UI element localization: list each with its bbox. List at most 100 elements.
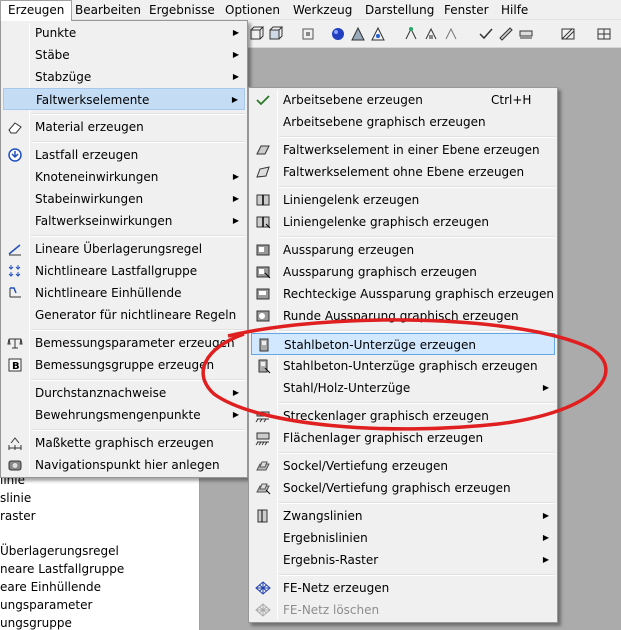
menu-erzeugen[interactable]: Erzeugen	[0, 0, 73, 21]
menu-item-fe-netz-loeschen: FE-Netz löschen	[251, 599, 555, 621]
menu-item-arbeitsebene[interactable]: Arbeitsebene erzeugen Ctrl+H	[251, 89, 555, 111]
submenu-arrow-icon: ▶	[542, 555, 549, 564]
submenu-arrow-icon: ▶	[232, 72, 239, 81]
menu-item-durchstanznachweise[interactable]: Durchstanznachweise ▶	[3, 382, 245, 404]
menu-bearbeiten[interactable]: Bearbeiten	[68, 0, 148, 20]
view-cube-icon[interactable]	[248, 26, 264, 42]
menu-item-material[interactable]: Material erzeugen	[3, 116, 245, 138]
sphere-icon[interactable]	[330, 26, 346, 42]
menu-item-staebe[interactable]: Stäbe ▶	[3, 44, 245, 66]
menu-item-label: Knoteneinwirkungen	[35, 170, 159, 184]
menu-item-label: Stabzüge	[35, 70, 92, 84]
separator	[279, 452, 555, 454]
menu-item-sockel[interactable]: Sockel/Vertiefung erzeugen	[251, 455, 555, 477]
panel-item[interactable]: Überlagerungsregel	[0, 542, 119, 560]
node-icon[interactable]	[403, 26, 419, 42]
menu-item-bemessungsparameter[interactable]: Bemessungsparameter erzeugen	[3, 332, 245, 354]
menu-item-label: Zwangslinien	[283, 509, 363, 523]
menu-item-label: Stäbe	[35, 48, 70, 62]
menu-item-label: Liniengelenk erzeugen	[283, 193, 420, 207]
menu-fenster[interactable]: Fenster	[437, 0, 496, 20]
menu-item-generator[interactable]: Generator für nichtlineare Regeln	[3, 304, 245, 326]
menu-hilfe[interactable]: Hilfe	[494, 0, 535, 20]
menu-item-bemessungsgruppe[interactable]: B Bemessungsgruppe erzeugen	[3, 354, 245, 376]
plate-in-plane-icon	[256, 145, 270, 155]
frame-icon[interactable]	[300, 26, 316, 42]
menu-item-label: Faltwerkseinwirkungen	[35, 214, 173, 228]
menu-item-faltwerk-ebene[interactable]: Faltwerkselement in einer Ebene erzeugen	[251, 139, 555, 161]
panel-item[interactable]: ungsgruppe	[0, 614, 72, 630]
menu-item-masskette[interactable]: Maßkette graphisch erzeugen	[3, 432, 245, 454]
panel-item[interactable]: neare Lastfallgruppe	[0, 560, 124, 578]
submenu-arrow-icon: ▶	[232, 216, 239, 225]
menu-item-stabeinwirkungen[interactable]: Stabeinwirkungen ▶	[3, 188, 245, 210]
node-icon[interactable]	[443, 26, 459, 42]
panel-item[interactable]: raster	[0, 507, 36, 525]
menu-item-zwangslinien[interactable]: Zwangslinien ▶	[251, 505, 555, 527]
menu-item-liniengelenke-graphisch[interactable]: Liniengelenke graphisch erzeugen	[251, 211, 555, 233]
menu-item-lastfall[interactable]: Lastfall erzeugen	[3, 144, 245, 166]
menu-item-label: Punkte	[35, 26, 77, 40]
menu-item-streckenlager[interactable]: Streckenlager graphisch erzeugen	[251, 405, 555, 427]
menu-item-label: Runde Aussparung graphisch erzeugen	[283, 309, 519, 323]
support-icon[interactable]	[518, 26, 534, 42]
menu-item-arbeitsebene-graphisch[interactable]: Arbeitsebene graphisch erzeugen	[251, 111, 555, 133]
menu-item-flaechenlager[interactable]: Flächenlager graphisch erzeugen	[251, 427, 555, 449]
menu-item-label: Nichtlineare Einhüllende	[35, 286, 182, 300]
menu-item-nichtlineare-lastfallgruppe[interactable]: Nichtlineare Lastfallgruppe	[3, 260, 245, 282]
svg-text:B: B	[12, 361, 20, 372]
submenu-arrow-icon: ▶	[542, 511, 549, 520]
hatch-icon[interactable]	[560, 26, 576, 42]
menu-optionen[interactable]: Optionen	[218, 0, 287, 20]
panel-item[interactable]: slinie	[0, 489, 31, 507]
design-group-icon: B	[8, 358, 22, 372]
menu-item-stahlbeton-unterzuege[interactable]: Stahlbeton-Unterzüge erzeugen	[251, 333, 555, 355]
menu-item-stabzuege[interactable]: Stabzüge ▶	[3, 66, 245, 88]
menu-darstellung[interactable]: Darstellung	[358, 0, 441, 20]
menu-ergebnisse[interactable]: Ergebnisse	[142, 0, 222, 20]
menu-werkzeug[interactable]: Werkzeug	[286, 0, 359, 20]
round-opening-icon	[256, 310, 270, 322]
menu-item-ergebnis-raster[interactable]: Ergebnis-Raster ▶	[251, 549, 555, 571]
render-icon[interactable]	[350, 26, 366, 42]
separator	[31, 113, 245, 115]
menu-item-runde-aussparung[interactable]: Runde Aussparung graphisch erzeugen	[251, 305, 555, 327]
submenu-arrow-icon: ▶	[232, 172, 239, 181]
menu-item-nichtlineare-einhuellende[interactable]: Nichtlineare Einhüllende	[3, 282, 245, 304]
socket-graphic-icon	[256, 483, 271, 495]
menu-item-label: Arbeitsebene graphisch erzeugen	[283, 115, 486, 129]
panel-item[interactable]: eare Einhüllende	[0, 578, 101, 596]
panel-item[interactable]: ungsparameter	[0, 596, 92, 614]
grid-icon[interactable]	[596, 26, 612, 42]
menu-item-lineare-ueberlagerung[interactable]: Lineare Überlagerungsregel	[3, 238, 245, 260]
submenu-arrow-icon: ▶	[232, 194, 239, 203]
menu-item-aussparung-graphisch[interactable]: Aussparung graphisch erzeugen	[251, 261, 555, 283]
menu-item-faltwerkselemente[interactable]: Faltwerkselemente ▶	[3, 88, 245, 110]
menu-item-label: Stahlbeton-Unterzüge erzeugen	[284, 338, 476, 352]
menu-item-sockel-graphisch[interactable]: Sockel/Vertiefung graphisch erzeugen	[251, 477, 555, 499]
menu-item-ergebnislinien[interactable]: Ergebnislinien ▶	[251, 527, 555, 549]
menu-item-stahl-holz-unterzuege[interactable]: Stahl/Holz-Unterzüge ▶	[251, 377, 555, 399]
menu-item-faltwerkseinwirkungen[interactable]: Faltwerkseinwirkungen ▶	[3, 210, 245, 232]
view-cube-icon[interactable]	[268, 26, 284, 42]
submenu-arrow-icon: ▶	[232, 410, 239, 419]
menu-item-bewehrungsmengenpunkte[interactable]: Bewehrungsmengenpunkte ▶	[3, 404, 245, 426]
menu-item-label: Bemessungsparameter erzeugen	[35, 336, 235, 350]
menu-item-faltwerk-ohne-ebene[interactable]: Faltwerkselement ohne Ebene erzeugen	[251, 161, 555, 183]
menu-item-punkte[interactable]: Punkte ▶	[3, 22, 245, 44]
menu-item-label: Ergebnis-Raster	[283, 553, 379, 567]
render-icon[interactable]	[370, 26, 386, 42]
node-icon[interactable]	[423, 26, 439, 42]
menu-item-aussparung[interactable]: Aussparung erzeugen	[251, 239, 555, 261]
beam-icon[interactable]	[498, 26, 514, 42]
menu-item-knoteneinwirkungen[interactable]: Knoteneinwirkungen ▶	[3, 166, 245, 188]
submenu-arrow-icon: ▶	[542, 383, 549, 392]
menu-item-fe-netz-erzeugen[interactable]: FE-Netz erzeugen	[251, 577, 555, 599]
menu-item-liniengelenk[interactable]: Liniengelenk erzeugen	[251, 189, 555, 211]
menu-item-navigationspunkt[interactable]: Navigationspunkt hier anlegen	[3, 454, 245, 476]
menu-item-label: Generator für nichtlineare Regeln	[35, 308, 237, 322]
menu-item-rechteckige-aussparung[interactable]: Rechteckige Aussparung graphisch erzeuge…	[251, 283, 555, 305]
check-icon[interactable]	[478, 26, 494, 42]
constraint-line-icon	[257, 509, 268, 523]
menu-item-stahlbeton-unterzuege-graphisch[interactable]: Stahlbeton-Unterzüge graphisch erzeugen	[251, 355, 555, 377]
